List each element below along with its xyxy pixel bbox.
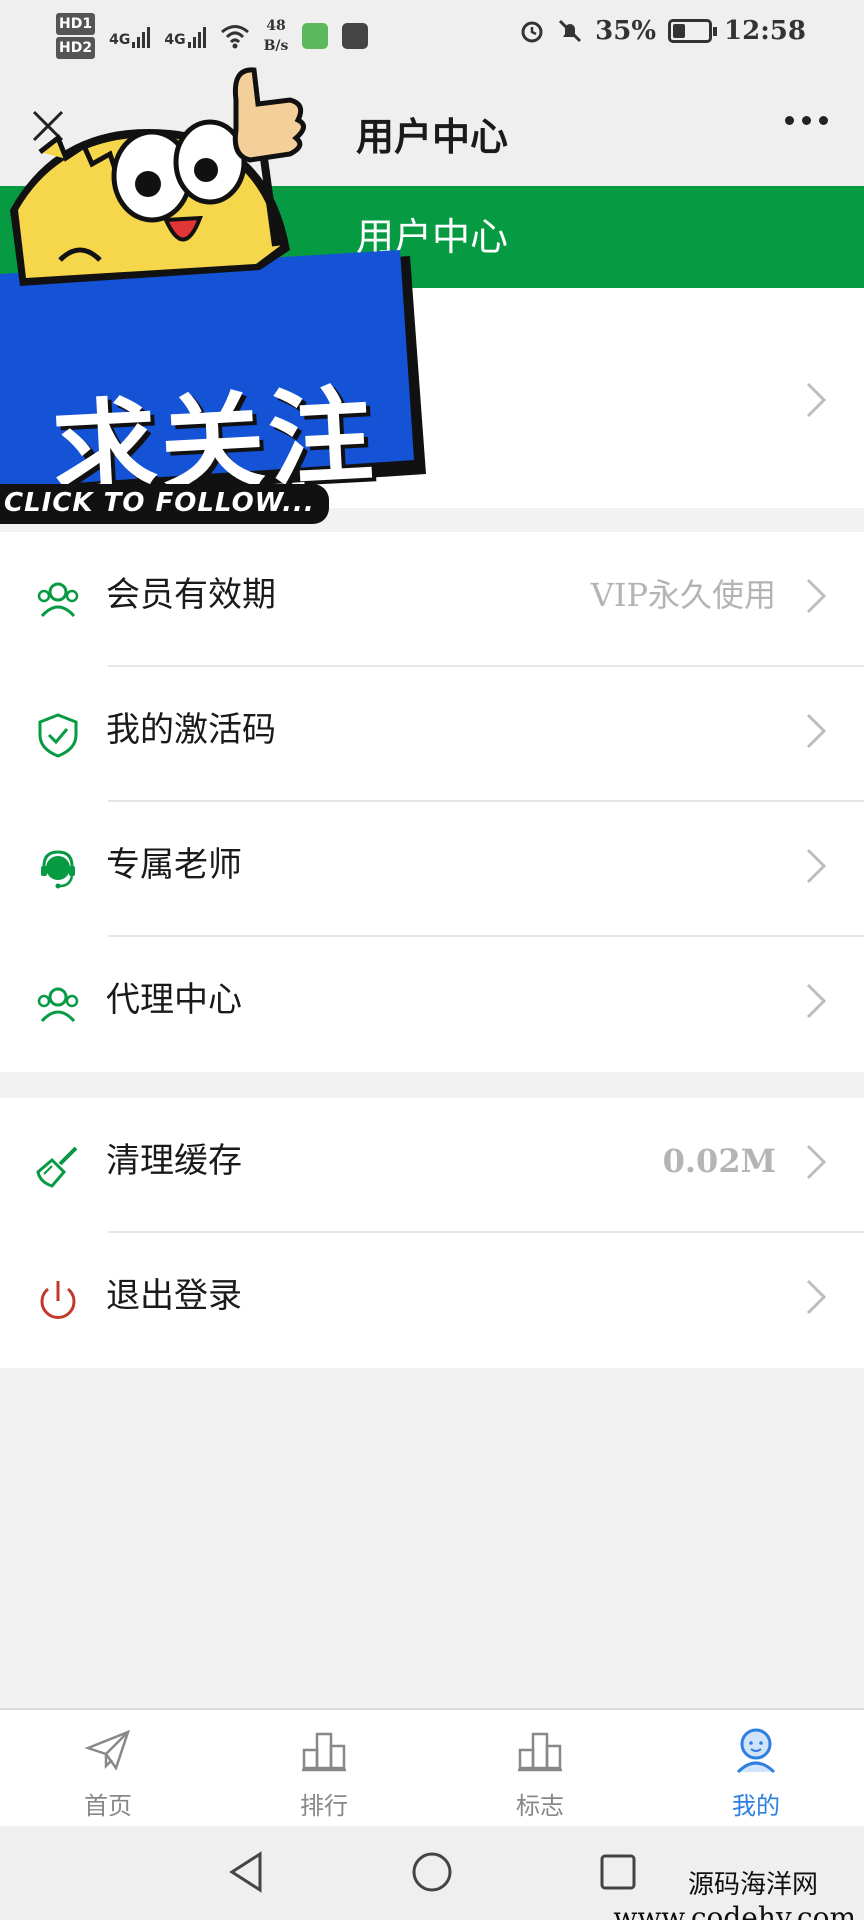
tab-logo[interactable]: 标志: [432, 1710, 648, 1828]
chevron-right-icon: [806, 848, 827, 884]
podium-icon: [302, 1732, 346, 1772]
tab-mine[interactable]: 我的: [648, 1710, 864, 1828]
menu-item-membership[interactable]: 会员有效期 VIP永久使用: [0, 532, 864, 667]
menu-item-exclusive-teacher[interactable]: 专属老师: [0, 802, 864, 937]
chevron-right-icon: [806, 1144, 827, 1180]
hd1-badge: HD1: [56, 13, 96, 35]
menu-item-clear-cache[interactable]: 清理缓存 0.02M: [0, 1098, 864, 1233]
watermark: 源码海洋网 www.codehy.com: [613, 1864, 856, 1920]
power-icon: [40, 1281, 76, 1319]
tab-label: 排行: [300, 1792, 348, 1820]
app-notification-icon: [302, 23, 329, 49]
tab-home[interactable]: 首页: [0, 1710, 216, 1828]
status-left: HD1 HD2 4G 4G 48 B/s: [56, 12, 369, 60]
clock: 12:58: [724, 16, 806, 46]
follow-sticker: 求关注 CLICK TO FOLLOW...: [0, 60, 480, 530]
podium-icon: [518, 1732, 562, 1772]
home-circle-icon[interactable]: [410, 1850, 454, 1894]
tab-label: 首页: [84, 1792, 132, 1820]
menu-item-label: 专属老师: [106, 845, 242, 885]
back-triangle-icon[interactable]: [226, 1850, 266, 1894]
menu-item-label: 会员有效期: [106, 575, 276, 615]
more-options-icon[interactable]: [785, 116, 828, 125]
chevron-right-icon: [806, 983, 827, 1019]
battery-percent: 35%: [595, 16, 657, 46]
tab-label: 标志: [516, 1792, 564, 1820]
menu-item-activation-code[interactable]: 我的激活码: [0, 667, 864, 802]
alarm-icon: [521, 21, 543, 43]
menu-group-account: 会员有效期 VIP永久使用 我的激活码 专属老师 代理中心: [0, 532, 864, 1072]
menu-item-label: 我的激活码: [106, 710, 276, 750]
signal-2-icon: 4G: [164, 24, 206, 48]
status-right: 35% 12:58: [519, 16, 806, 46]
broom-icon: [36, 1146, 78, 1188]
shield-check-icon: [38, 713, 78, 758]
membership-value: VIP永久使用: [590, 576, 776, 614]
bottom-tab-bar: 首页 排行 标志 我的: [0, 1708, 864, 1826]
users-icon: [37, 987, 79, 1023]
net-speed: 48 B/s: [263, 18, 289, 54]
tab-ranking[interactable]: 排行: [216, 1710, 432, 1828]
watermark-url: www.codehy.com: [613, 1901, 856, 1920]
hd2-badge: HD2: [56, 37, 96, 59]
users-icon: [37, 582, 79, 618]
cache-size-value: 0.02M: [662, 1142, 776, 1180]
signal-1-icon: 4G: [109, 24, 151, 48]
sticker-sub-text: CLICK TO FOLLOW...: [0, 484, 329, 524]
chevron-right-icon: [806, 713, 827, 749]
menu-item-agent-center[interactable]: 代理中心: [0, 937, 864, 1072]
watermark-site-name: 源码海洋网: [687, 1870, 818, 1900]
menu-item-logout[interactable]: 退出登录: [0, 1233, 864, 1368]
menu-item-label: 代理中心: [106, 980, 242, 1020]
chevron-right-icon: [806, 578, 827, 614]
media-notification-icon: [342, 23, 369, 49]
paper-plane-icon: [84, 1729, 131, 1771]
chevron-right-icon: [806, 382, 827, 418]
menu-item-label: 清理缓存: [106, 1141, 242, 1181]
battery-icon: [668, 19, 718, 43]
wifi-icon: [220, 25, 249, 49]
menu-group-system: 清理缓存 0.02M 退出登录: [0, 1098, 864, 1368]
mute-bell-icon: [559, 19, 582, 43]
hd-badges: HD1 HD2: [56, 12, 96, 60]
chevron-right-icon: [806, 1279, 827, 1315]
tab-label: 我的: [732, 1792, 780, 1820]
headset-icon: [41, 850, 75, 889]
person-icon: [736, 1728, 776, 1774]
menu-item-label: 退出登录: [106, 1276, 242, 1316]
